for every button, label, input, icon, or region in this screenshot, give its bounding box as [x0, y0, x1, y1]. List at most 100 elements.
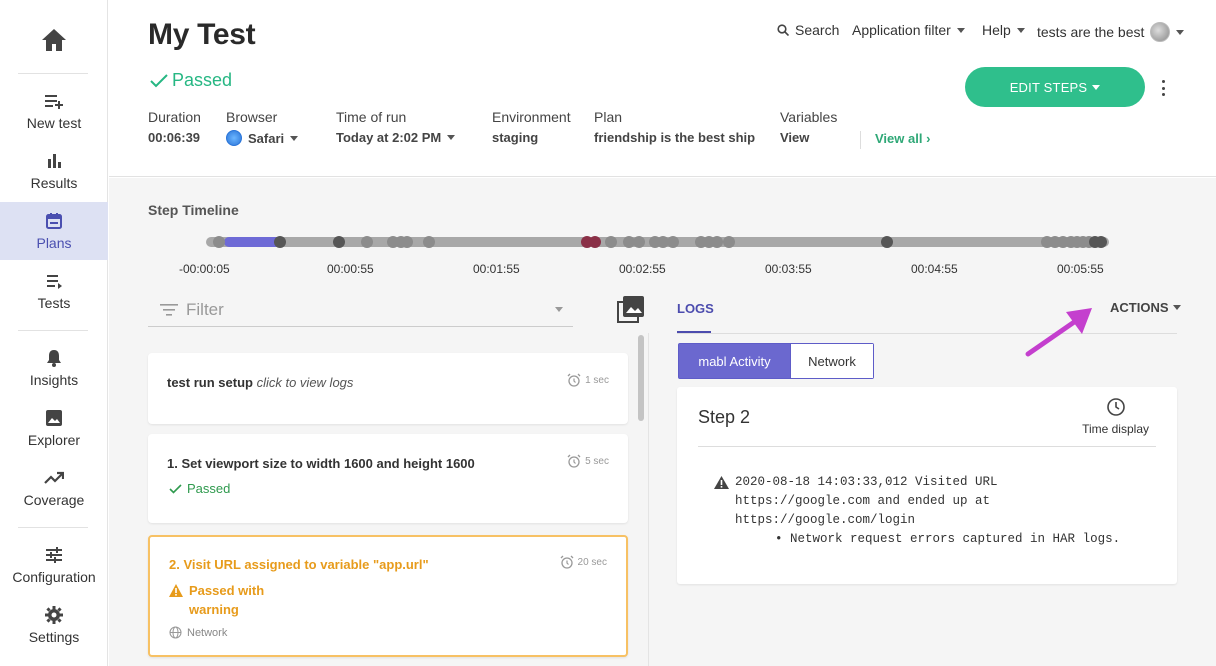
chevron-down-icon: [1172, 305, 1181, 310]
step-title-text: test run setup: [167, 375, 253, 390]
home-button[interactable]: [0, 18, 108, 62]
actions-dropdown[interactable]: ACTIONS: [1110, 300, 1181, 315]
alarm-clock-icon: [567, 454, 581, 468]
tab-logs[interactable]: LOGS: [677, 301, 714, 316]
application-filter-dropdown[interactable]: Application filter: [852, 22, 965, 38]
time-display-toggle[interactable]: Time display: [1082, 397, 1149, 436]
view-all-link[interactable]: View all ›: [860, 131, 930, 149]
meta-browser: Browser Safari: [226, 109, 299, 146]
list-icon: [47, 275, 62, 289]
sidebar-item-coverage[interactable]: Coverage: [0, 459, 108, 517]
help-dropdown[interactable]: Help: [982, 22, 1025, 38]
more-options-icon[interactable]: [1159, 80, 1167, 96]
alarm-clock-icon: [567, 373, 581, 387]
step-card-1[interactable]: 1. Set viewport size to width 1600 and h…: [148, 434, 628, 523]
time-of-run-dropdown[interactable]: Today at 2:02 PM: [336, 130, 456, 145]
step-status-text: warning: [189, 602, 239, 617]
meta-time-of-run: Time of run Today at 2:02 PM: [336, 109, 456, 145]
sidebar-item-explorer[interactable]: Explorer: [0, 399, 108, 457]
step-status: Passed with warning: [169, 581, 264, 619]
screenshots-icon[interactable]: [617, 295, 645, 328]
globe-icon: [169, 626, 182, 639]
edit-steps-button[interactable]: EDIT STEPS: [965, 67, 1145, 107]
search-link[interactable]: Search: [777, 22, 839, 38]
step-status: Passed: [169, 481, 230, 496]
clock-icon: [1106, 398, 1125, 416]
step-card-setup[interactable]: test run setup click to view logs 1 sec: [148, 353, 628, 424]
application-filter-label: Application filter: [852, 22, 951, 38]
sidebar-item-results[interactable]: Results: [0, 142, 108, 200]
sidebar-item-label: Tests: [37, 295, 71, 311]
sidebar-divider: [18, 527, 88, 528]
checkmark-icon: [169, 483, 182, 494]
sidebar-divider: [18, 330, 88, 331]
sidebar-item-new-test[interactable]: New test: [0, 82, 108, 140]
sidebar-item-tests[interactable]: Tests: [0, 262, 108, 320]
workspace-dropdown[interactable]: tests are the best: [1037, 22, 1185, 42]
playlist-add-icon: [45, 95, 63, 109]
sidebar-item-label: Explorer: [27, 432, 81, 448]
search-label: Search: [795, 22, 840, 38]
timeline-marker[interactable]: [633, 236, 645, 248]
meta-key: Duration: [148, 109, 201, 125]
safari-icon: [226, 130, 242, 146]
log-source-toggle: mabl Activity Network: [678, 343, 874, 379]
timeline-marker[interactable]: [333, 236, 345, 248]
meta-value[interactable]: View: [780, 130, 837, 145]
timeline-marker[interactable]: [423, 236, 435, 248]
step-card-2[interactable]: 2. Visit URL assigned to variable "app.u…: [148, 535, 628, 657]
chevron-down-icon[interactable]: [555, 307, 563, 312]
timeline-marker[interactable]: [605, 236, 617, 248]
tab-mabl-activity[interactable]: mabl Activity: [679, 344, 790, 378]
timeline-marker[interactable]: [1095, 236, 1107, 248]
timeline-marker[interactable]: [881, 236, 893, 248]
chevron-down-icon: [1176, 29, 1185, 35]
edit-steps-label: EDIT STEPS: [1009, 79, 1088, 95]
tab-network[interactable]: Network: [790, 344, 873, 378]
step-tag-network: Network: [169, 626, 227, 639]
log-line: https://google.com/login: [735, 513, 916, 527]
steps-scrollbar[interactable]: [636, 335, 646, 666]
actions-label: ACTIONS: [1110, 300, 1169, 315]
meta-value: 00:06:39: [148, 130, 201, 145]
meta-key: Time of run: [336, 109, 407, 125]
sidebar-item-label: Insights: [29, 372, 79, 388]
sidebar-item-label: New test: [26, 115, 82, 131]
timeline-marker[interactable]: [361, 236, 373, 248]
status-label: Passed: [172, 70, 233, 90]
timeline-marker[interactable]: [213, 236, 225, 248]
meta-plan: Plan friendship is the best ship: [594, 109, 755, 145]
browser-dropdown[interactable]: Safari: [226, 130, 299, 146]
variables-view-link[interactable]: View: [780, 130, 809, 145]
sidebar-item-plans[interactable]: Plans: [0, 202, 108, 260]
image-icon: [46, 410, 62, 426]
timeline-marker[interactable]: [667, 236, 679, 248]
search-icon: [777, 24, 789, 36]
chevron-down-icon: [956, 27, 965, 33]
sidebar-item-configuration[interactable]: Configuration: [0, 536, 108, 594]
timeline-marker[interactable]: [274, 236, 286, 248]
meta-key: Environment: [492, 109, 571, 125]
step-filter-input[interactable]: Filter: [148, 293, 573, 327]
chevron-down-icon: [1016, 27, 1025, 33]
sidebar-item-insights[interactable]: Insights: [0, 339, 108, 397]
timeline-marker[interactable]: [589, 236, 601, 248]
timeline-marker[interactable]: [723, 236, 735, 248]
timeline-marker[interactable]: [711, 236, 723, 248]
step-title: 2. Visit URL assigned to variable "app.u…: [169, 557, 429, 572]
sidebar-divider: [18, 73, 88, 74]
workspace-label: tests are the best: [1037, 24, 1145, 40]
sliders-icon: [46, 547, 62, 563]
avatar: [1150, 22, 1171, 42]
environment-value: staging: [492, 130, 539, 145]
filter-icon: [160, 303, 178, 316]
meta-environment: Environment staging: [492, 109, 571, 145]
sidebar-item-label: Coverage: [23, 492, 85, 508]
step-tag-text: Network: [187, 626, 228, 639]
timeline-tick: 00:01:55: [473, 262, 520, 276]
meta-value[interactable]: friendship is the best ship: [594, 130, 755, 145]
timeline-marker[interactable]: [401, 236, 413, 248]
sidebar-item-settings[interactable]: Settings: [0, 596, 108, 654]
chevron-right-icon: ›: [926, 131, 931, 146]
plan-value[interactable]: friendship is the best ship: [594, 130, 755, 145]
